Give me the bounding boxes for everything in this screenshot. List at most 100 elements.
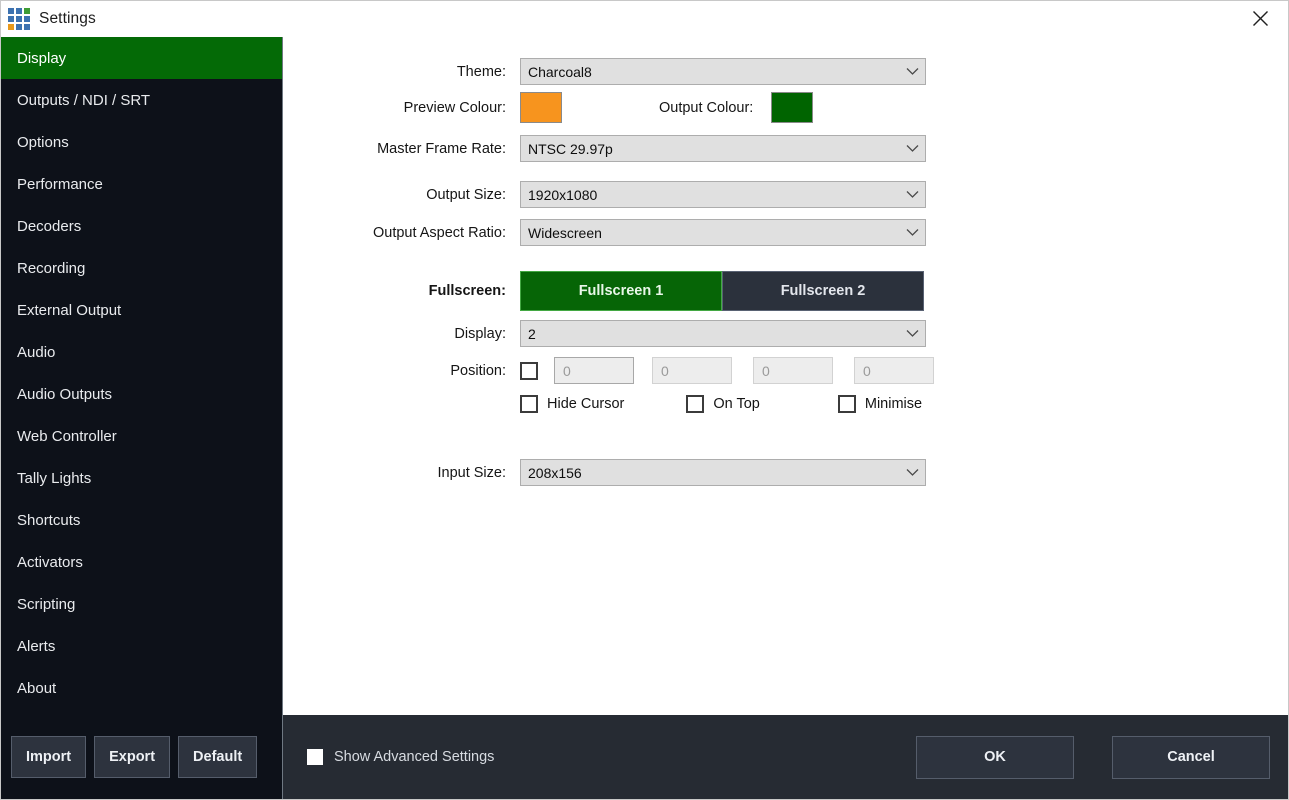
chevron-down-icon — [905, 65, 919, 79]
footer-left-actions: Import Export Default — [1, 715, 283, 799]
theme-value: Charcoal8 — [528, 64, 905, 80]
position-enable-checkbox[interactable] — [520, 362, 538, 380]
position-y-input[interactable]: 0 — [652, 357, 732, 384]
chevron-down-icon — [905, 226, 919, 240]
sidebar-item-label: Shortcuts — [17, 512, 80, 529]
ok-button[interactable]: OK — [916, 736, 1074, 779]
output-aspect-ratio-label: Output Aspect Ratio: — [283, 225, 520, 241]
hide-cursor-checkbox[interactable] — [520, 395, 538, 413]
theme-row: Theme: Charcoal8 — [283, 58, 926, 85]
settings-window: Settings Display Outputs / NDI / SRT Opt… — [0, 0, 1289, 800]
sidebar-item-audio[interactable]: Audio — [1, 331, 282, 373]
sidebar-item-scripting[interactable]: Scripting — [1, 583, 282, 625]
import-button[interactable]: Import — [11, 736, 86, 778]
sidebar-item-performance[interactable]: Performance — [1, 163, 282, 205]
sidebar-item-label: Tally Lights — [17, 470, 91, 487]
minimise-checkbox[interactable] — [838, 395, 856, 413]
display-value: 2 — [528, 326, 905, 342]
sidebar-item-options[interactable]: Options — [1, 121, 282, 163]
sidebar-item-label: Scripting — [17, 596, 75, 613]
sidebar-item-label: Audio — [17, 344, 55, 361]
sidebar-item-decoders[interactable]: Decoders — [1, 205, 282, 247]
sidebar-item-label: External Output — [17, 302, 121, 319]
close-icon[interactable] — [1238, 3, 1282, 33]
position-width-input[interactable]: 0 — [753, 357, 833, 384]
output-size-row: Output Size: 1920x1080 — [283, 181, 926, 208]
cancel-label: Cancel — [1167, 749, 1215, 765]
output-colour-label: Output Colour: — [659, 100, 753, 116]
on-top-checkbox[interactable] — [686, 395, 704, 413]
sidebar-item-label: Display — [17, 50, 66, 67]
display-settings-panel: Theme: Charcoal8 Preview Colour: Output … — [283, 37, 1288, 715]
grid-logo-icon — [8, 8, 30, 30]
fullscreen-1-label: Fullscreen 1 — [579, 283, 664, 299]
sidebar-item-about[interactable]: About — [1, 667, 282, 709]
position-row: Position: 0 0 0 0 — [283, 357, 934, 384]
master-frame-rate-value: NTSC 29.97p — [528, 141, 905, 157]
show-advanced-settings-label: Show Advanced Settings — [334, 749, 494, 765]
sidebar-item-external-output[interactable]: External Output — [1, 289, 282, 331]
sidebar-item-label: Audio Outputs — [17, 386, 112, 403]
sidebar-item-outputs-ndi-srt[interactable]: Outputs / NDI / SRT — [1, 79, 282, 121]
sidebar-item-display[interactable]: Display — [1, 37, 282, 79]
sidebar-item-label: Options — [17, 134, 69, 151]
on-top-label: On Top — [713, 396, 760, 412]
display-select[interactable]: 2 — [520, 320, 926, 347]
master-frame-rate-row: Master Frame Rate: NTSC 29.97p — [283, 135, 926, 162]
position-label: Position: — [283, 363, 520, 379]
preview-colour-swatch[interactable] — [520, 92, 562, 123]
chevron-down-icon — [905, 188, 919, 202]
hide-cursor-checkbox-row[interactable]: Hide Cursor — [520, 395, 624, 413]
sidebar-item-web-controller[interactable]: Web Controller — [1, 415, 282, 457]
window-title: Settings — [39, 10, 96, 28]
output-size-label: Output Size: — [283, 187, 520, 203]
sidebar-item-label: Activators — [17, 554, 83, 571]
dialog-footer: Import Export Default Show Advanced Sett… — [1, 715, 1288, 799]
sidebar-item-activators[interactable]: Activators — [1, 541, 282, 583]
output-colour-swatch[interactable] — [771, 92, 813, 123]
colours-row: Preview Colour: Output Colour: — [283, 92, 813, 123]
sidebar-item-alerts[interactable]: Alerts — [1, 625, 282, 667]
fullscreen-2-button[interactable]: Fullscreen 2 — [722, 271, 924, 311]
minimise-label: Minimise — [865, 396, 922, 412]
output-aspect-ratio-select[interactable]: Widescreen — [520, 219, 926, 246]
default-label: Default — [193, 749, 242, 765]
position-height-input[interactable]: 0 — [854, 357, 934, 384]
ok-label: OK — [984, 749, 1006, 765]
master-frame-rate-label: Master Frame Rate: — [283, 141, 520, 157]
show-advanced-settings-checkbox[interactable] — [307, 749, 323, 765]
preview-colour-label: Preview Colour: — [283, 100, 520, 116]
cancel-button[interactable]: Cancel — [1112, 736, 1270, 779]
show-advanced-settings-row[interactable]: Show Advanced Settings — [307, 749, 494, 765]
import-label: Import — [26, 749, 71, 765]
hide-cursor-label: Hide Cursor — [547, 396, 624, 412]
theme-select[interactable]: Charcoal8 — [520, 58, 926, 85]
sidebar-item-audio-outputs[interactable]: Audio Outputs — [1, 373, 282, 415]
position-x-input[interactable]: 0 — [554, 357, 634, 384]
chevron-down-icon — [905, 327, 919, 341]
settings-sidebar: Display Outputs / NDI / SRT Options Perf… — [1, 37, 283, 715]
master-frame-rate-select[interactable]: NTSC 29.97p — [520, 135, 926, 162]
fullscreen-1-button[interactable]: Fullscreen 1 — [520, 271, 722, 311]
export-button[interactable]: Export — [94, 736, 170, 778]
window-body: Display Outputs / NDI / SRT Options Perf… — [1, 37, 1288, 715]
fullscreen-label: Fullscreen: — [283, 283, 520, 299]
sidebar-item-label: Web Controller — [17, 428, 117, 445]
fullscreen-row: Fullscreen: Fullscreen 1 Fullscreen 2 — [283, 271, 924, 311]
footer-right-actions: OK Cancel — [916, 736, 1270, 779]
fullscreen-2-label: Fullscreen 2 — [781, 283, 866, 299]
input-size-select[interactable]: 208x156 — [520, 459, 926, 486]
sidebar-item-recording[interactable]: Recording — [1, 247, 282, 289]
display-options-row: Hide Cursor On Top Minimise — [283, 395, 922, 413]
sidebar-item-tally-lights[interactable]: Tally Lights — [1, 457, 282, 499]
sidebar-item-label: Performance — [17, 176, 103, 193]
input-size-row: Input Size: 208x156 — [283, 459, 926, 486]
minimise-checkbox-row[interactable]: Minimise — [838, 395, 922, 413]
default-button[interactable]: Default — [178, 736, 257, 778]
sidebar-item-label: About — [17, 680, 56, 697]
output-size-select[interactable]: 1920x1080 — [520, 181, 926, 208]
sidebar-item-shortcuts[interactable]: Shortcuts — [1, 499, 282, 541]
on-top-checkbox-row[interactable]: On Top — [686, 395, 760, 413]
output-aspect-ratio-row: Output Aspect Ratio: Widescreen — [283, 219, 926, 246]
title-bar: Settings — [1, 1, 1288, 37]
